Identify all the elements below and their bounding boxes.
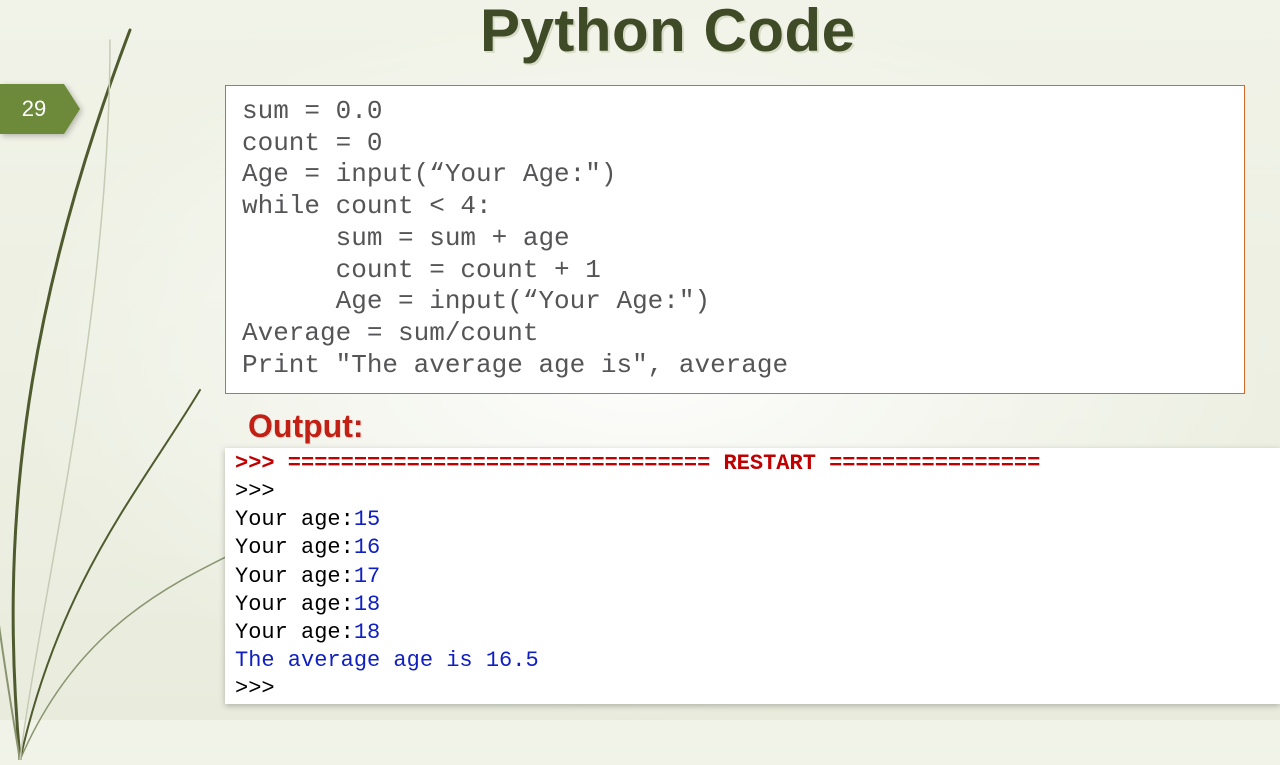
code-content: sum = 0.0 count = 0 Age = input(“Your Ag… xyxy=(242,96,1228,381)
slide-title: Python Code xyxy=(480,0,856,65)
output-heading: Output: xyxy=(248,408,364,445)
console-output: >>> ================================ RES… xyxy=(225,448,1280,704)
console-content: >>> ================================ RES… xyxy=(225,448,1280,704)
slide-number-badge: 29 xyxy=(0,84,80,134)
code-block: sum = 0.0 count = 0 Age = input(“Your Ag… xyxy=(225,85,1245,394)
slide-number-text: 29 xyxy=(22,96,58,121)
